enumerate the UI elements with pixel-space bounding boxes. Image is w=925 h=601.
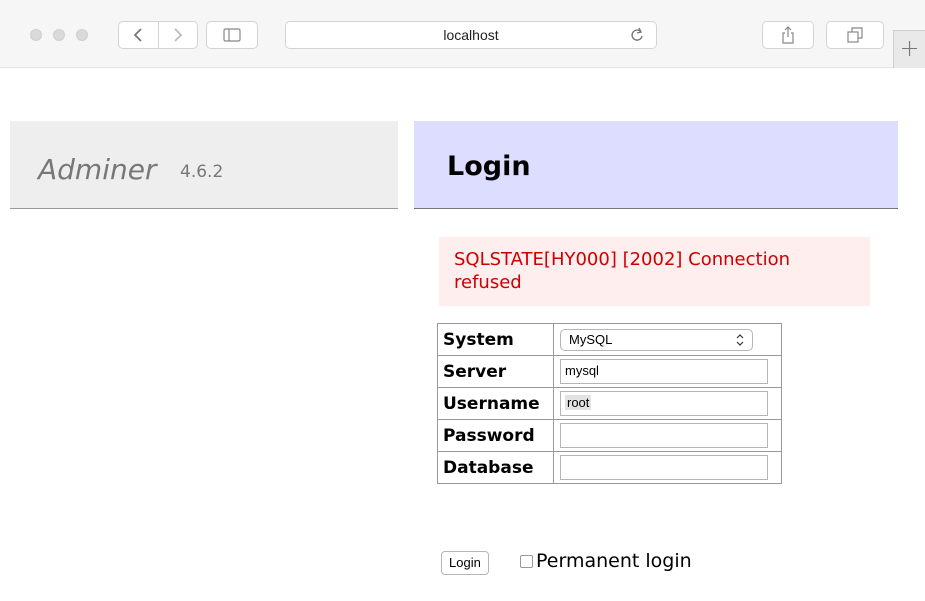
system-cell: MySQL: [553, 323, 782, 356]
new-tab-icon: +: [899, 34, 920, 62]
select-arrows-icon: [736, 333, 744, 346]
password-input[interactable]: [560, 423, 768, 448]
password-cell: [553, 419, 782, 452]
address-bar[interactable]: localhost: [285, 21, 657, 49]
forward-icon: [174, 28, 183, 42]
form-row-username: Username root: [437, 387, 782, 420]
username-cell: root: [553, 387, 782, 420]
form-row-password: Password: [437, 419, 782, 452]
system-select[interactable]: MySQL: [560, 328, 753, 351]
back-icon: [133, 28, 142, 42]
app-version[interactable]: 4.6.2: [180, 162, 223, 182]
sidebar-icon: [223, 28, 241, 42]
error-message-box: SQLSTATE[HY000] [2002] Connection refuse…: [439, 237, 870, 306]
url-text: localhost: [443, 27, 499, 43]
app-name[interactable]: Adminer: [38, 153, 156, 186]
back-button[interactable]: [119, 22, 158, 48]
database-label: Database: [437, 451, 554, 484]
system-select-value: MySQL: [569, 332, 613, 347]
minimize-window-button[interactable]: [53, 29, 65, 41]
username-input[interactable]: root: [560, 391, 768, 416]
form-row-server: Server mysql: [437, 355, 782, 388]
system-label: System: [437, 323, 554, 356]
permanent-login-label[interactable]: Permanent login: [536, 550, 692, 572]
zoom-window-button[interactable]: [76, 29, 88, 41]
browser-toolbar: localhost +: [0, 0, 925, 68]
error-message: SQLSTATE[HY000] [2002] Connection refuse…: [454, 249, 791, 293]
login-form-table: System MySQL Server mysql Username root …: [437, 323, 782, 484]
form-row-system: System MySQL: [437, 323, 782, 356]
server-input[interactable]: mysql: [560, 359, 768, 384]
forward-button[interactable]: [157, 22, 198, 48]
page-header: Login: [414, 121, 898, 209]
sidebar-toggle-button[interactable]: [206, 21, 258, 49]
server-cell: mysql: [553, 355, 782, 388]
form-row-database: Database: [437, 451, 782, 484]
reload-icon[interactable]: [630, 26, 644, 44]
navigation-buttons: [118, 21, 198, 49]
login-button[interactable]: Login: [441, 551, 489, 575]
permanent-login-option[interactable]: Permanent login: [520, 550, 692, 572]
database-cell: [553, 451, 782, 484]
server-value: mysql: [565, 363, 599, 378]
database-input[interactable]: [560, 455, 768, 480]
server-label: Server: [437, 355, 554, 388]
share-icon: [782, 26, 794, 44]
adminer-brand-header: Adminer 4.6.2: [10, 121, 398, 209]
username-label: Username: [437, 387, 554, 420]
show-tabs-button[interactable]: [826, 21, 884, 49]
new-tab-button[interactable]: +: [893, 30, 925, 68]
username-value: root: [565, 395, 592, 410]
password-label: Password: [437, 419, 554, 452]
permanent-login-checkbox[interactable]: [520, 554, 533, 568]
close-window-button[interactable]: [30, 29, 42, 41]
page-title: Login: [447, 151, 531, 182]
tabs-icon: [847, 27, 863, 43]
share-button[interactable]: [762, 21, 814, 49]
